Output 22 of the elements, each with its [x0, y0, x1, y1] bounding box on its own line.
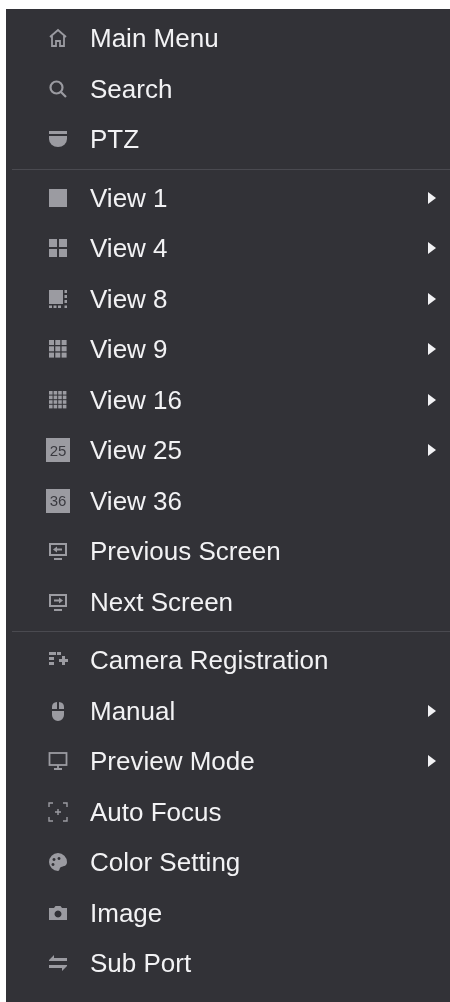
number-icon: 36 — [46, 488, 70, 513]
menu-item[interactable]: Main Menu — [6, 13, 450, 64]
menu-item[interactable]: Sub Port — [12, 938, 450, 989]
menu-item[interactable]: Manual — [12, 685, 450, 736]
menu-item[interactable]: View 16 — [12, 374, 450, 425]
menu-item[interactable]: Color Setting — [12, 837, 450, 888]
menu-item[interactable]: Next Screen — [12, 576, 450, 627]
menu-item[interactable]: View 9 — [12, 324, 450, 375]
menu-item[interactable]: Previous Screen — [12, 526, 450, 577]
menu-item[interactable]: View 1 — [12, 172, 450, 223]
number-icon: 25 — [46, 438, 70, 463]
focus-icon — [46, 799, 70, 824]
menu-item[interactable]: PTZ — [6, 114, 450, 165]
menu-item[interactable]: 36 View 36 — [12, 475, 450, 526]
menu-item[interactable]: Preview Mode — [12, 736, 450, 787]
menu-item[interactable]: Auto Focus — [12, 786, 450, 837]
menu-item[interactable]: Image — [12, 887, 450, 938]
menu-item[interactable]: View 8 — [12, 273, 450, 324]
menu-item[interactable]: 25 View 25 — [12, 425, 450, 476]
menu-item[interactable]: View 4 — [12, 223, 450, 274]
menu-item[interactable]: Search — [6, 63, 450, 114]
menu-item[interactable]: Camera Registration — [12, 635, 450, 686]
